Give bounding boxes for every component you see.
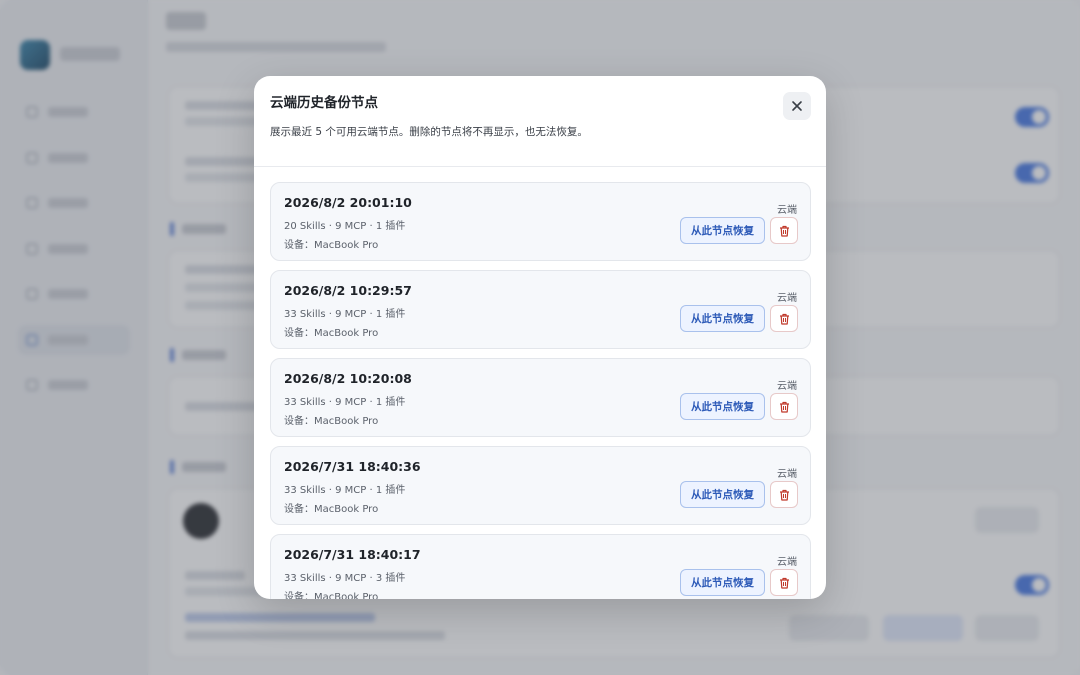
trash-icon <box>779 577 789 589</box>
trash-icon <box>779 401 789 413</box>
node-datetime: 2026/8/2 10:20:08 <box>284 371 412 386</box>
node-source-tag: 云端 <box>777 293 797 304</box>
modal-title: 云端历史备份节点 <box>270 95 378 111</box>
delete-node-button[interactable] <box>770 393 798 420</box>
trash-icon <box>779 225 789 237</box>
node-device: 设备：MacBook Pro <box>284 240 379 251</box>
backup-node-card: 2026/8/2 10:20:08 33 Skills · 9 MCP · 1 … <box>270 358 811 437</box>
trash-icon <box>779 313 789 325</box>
node-stats: 33 Skills · 9 MCP · 1 插件 <box>284 397 406 408</box>
backup-node-list: 2026/8/2 20:01:10 20 Skills · 9 MCP · 1 … <box>254 168 826 599</box>
backup-node-card: 2026/8/2 10:29:57 33 Skills · 9 MCP · 1 … <box>270 270 811 349</box>
restore-from-node-button[interactable]: 从此节点恢复 <box>680 305 765 332</box>
node-datetime: 2026/7/31 18:40:17 <box>284 547 421 562</box>
node-source-tag: 云端 <box>777 557 797 568</box>
delete-node-button[interactable] <box>770 305 798 332</box>
node-device: 设备：MacBook Pro <box>284 592 379 599</box>
node-source-tag: 云端 <box>777 469 797 480</box>
node-datetime: 2026/8/2 10:29:57 <box>284 283 412 298</box>
delete-node-button[interactable] <box>770 481 798 508</box>
node-datetime: 2026/7/31 18:40:36 <box>284 459 421 474</box>
delete-node-button[interactable] <box>770 569 798 596</box>
node-source-tag: 云端 <box>777 381 797 392</box>
node-stats: 20 Skills · 9 MCP · 1 插件 <box>284 221 406 232</box>
restore-from-node-button[interactable]: 从此节点恢复 <box>680 481 765 508</box>
backup-node-card: 2026/7/31 18:40:36 33 Skills · 9 MCP · 1… <box>270 446 811 525</box>
node-source-tag: 云端 <box>777 205 797 216</box>
trash-icon <box>779 489 789 501</box>
close-button[interactable] <box>783 92 811 120</box>
modal-header: 云端历史备份节点 展示最近 5 个可用云端节点。删除的节点将不再显示，也无法恢复… <box>254 76 826 167</box>
restore-from-node-button[interactable]: 从此节点恢复 <box>680 569 765 596</box>
close-icon <box>792 101 802 111</box>
modal-description: 展示最近 5 个可用云端节点。删除的节点将不再显示，也无法恢复。 <box>270 126 588 138</box>
node-stats: 33 Skills · 9 MCP · 1 插件 <box>284 309 406 320</box>
restore-from-node-button[interactable]: 从此节点恢复 <box>680 217 765 244</box>
node-device: 设备：MacBook Pro <box>284 328 379 339</box>
restore-from-node-button[interactable]: 从此节点恢复 <box>680 393 765 420</box>
node-device: 设备：MacBook Pro <box>284 504 379 515</box>
backup-node-card: 2026/7/31 18:40:17 33 Skills · 9 MCP · 3… <box>270 534 811 599</box>
node-stats: 33 Skills · 9 MCP · 1 插件 <box>284 485 406 496</box>
backup-node-card: 2026/8/2 20:01:10 20 Skills · 9 MCP · 1 … <box>270 182 811 261</box>
cloud-backup-history-modal: 云端历史备份节点 展示最近 5 个可用云端节点。删除的节点将不再显示，也无法恢复… <box>254 76 826 599</box>
node-stats: 33 Skills · 9 MCP · 3 插件 <box>284 573 406 584</box>
node-device: 设备：MacBook Pro <box>284 416 379 427</box>
delete-node-button[interactable] <box>770 217 798 244</box>
node-datetime: 2026/8/2 20:01:10 <box>284 195 412 210</box>
